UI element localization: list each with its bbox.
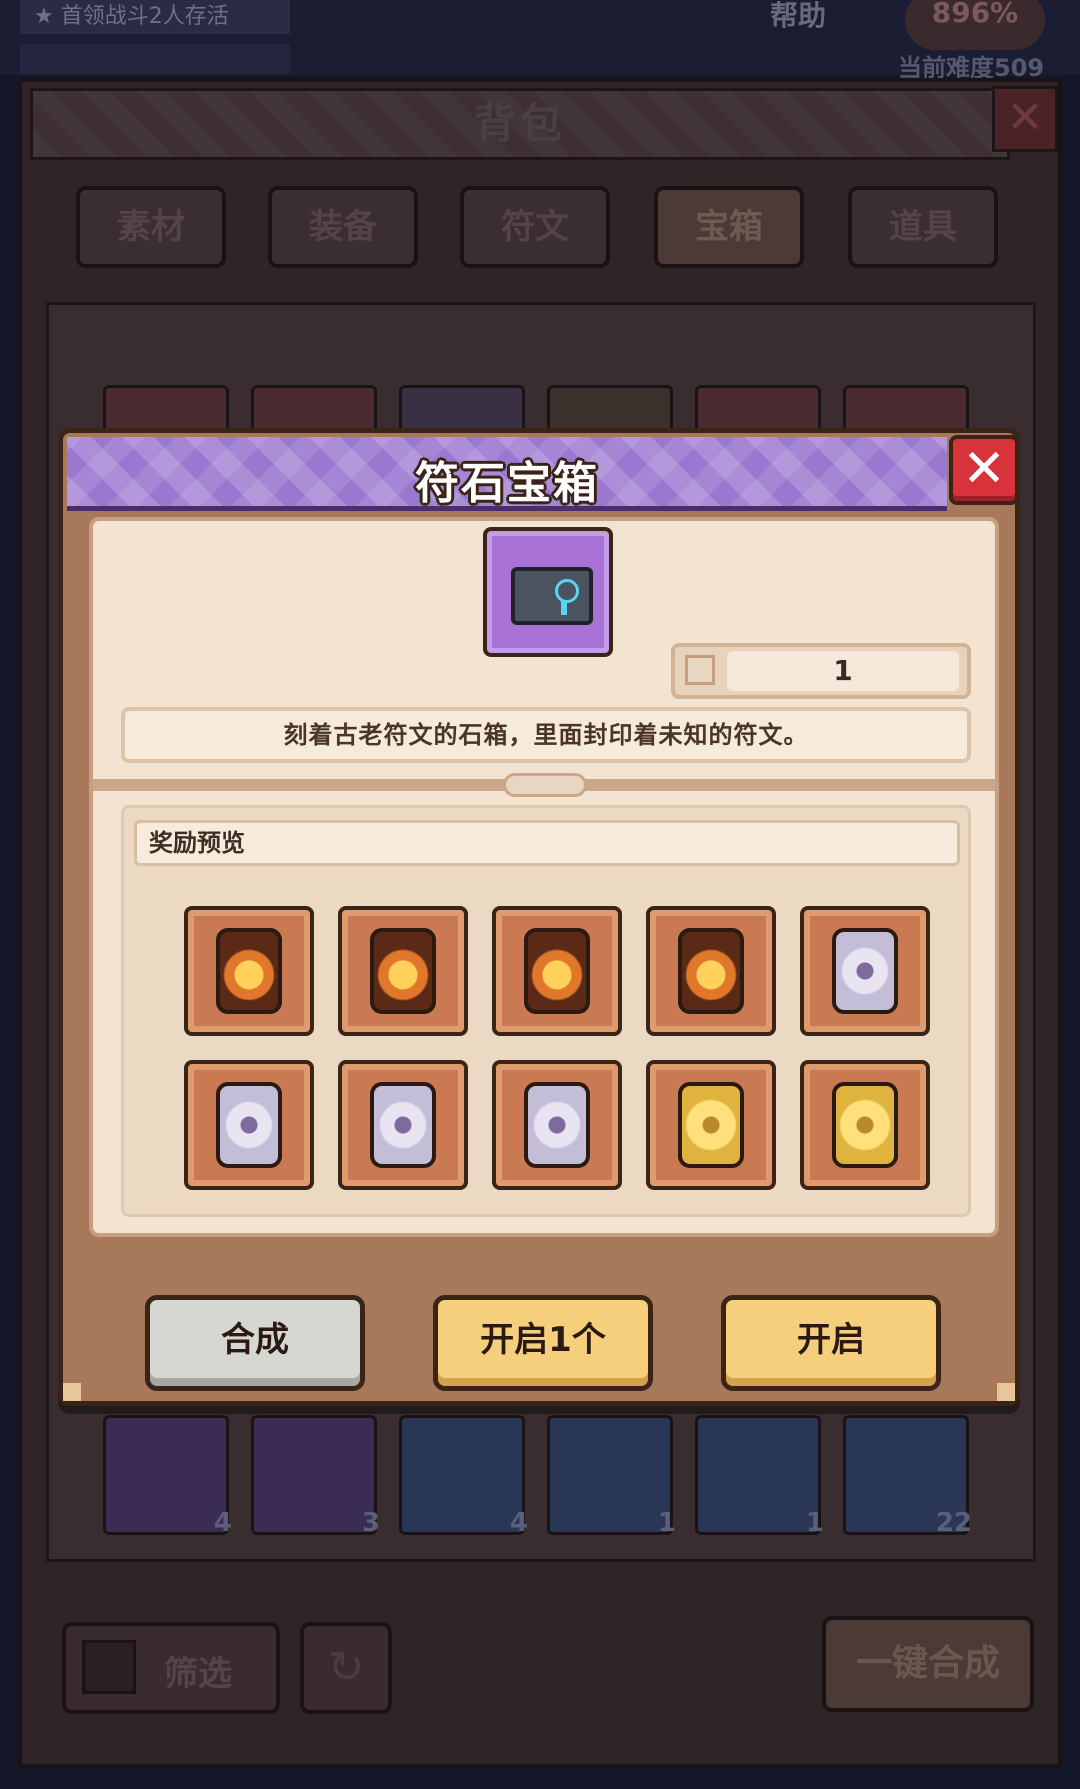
modal-header: 符石宝箱 (67, 437, 947, 511)
merge-button[interactable]: 合成 (145, 1295, 365, 1391)
inventory-icon (685, 655, 715, 685)
silver-rune-icon (832, 928, 898, 1014)
bag-slot[interactable]: 1 (695, 1415, 824, 1538)
quest-tracker-2[interactable] (20, 44, 290, 74)
gold-rune-icon (832, 1082, 898, 1168)
tab-equipment[interactable]: 装备 (268, 186, 418, 268)
tab-items[interactable]: 道具 (848, 186, 998, 268)
fire-rune-icon (524, 928, 590, 1014)
fire-rune-icon (678, 928, 744, 1014)
silver-rune-icon (524, 1082, 590, 1168)
bag-slot[interactable]: 4 (399, 1415, 528, 1538)
chest-detail-modal: 符石宝箱 ✕ 1 刻着古老符文的石箱，里面封印着未知的符文。 奖励预览 合成 开… (58, 428, 1020, 1406)
reward-slot[interactable] (800, 1060, 930, 1190)
bag-close-icon[interactable]: ✕ (992, 86, 1058, 152)
reward-preview-label: 奖励预览 (134, 820, 960, 866)
chest-graphic (511, 567, 593, 625)
tab-runes[interactable]: 符文 (460, 186, 610, 268)
reward-slot[interactable] (492, 906, 622, 1036)
reward-slot[interactable] (338, 1060, 468, 1190)
help-label[interactable]: 帮助 (770, 0, 826, 34)
silver-rune-icon (370, 1082, 436, 1168)
slot-count: 1 (657, 1508, 676, 1538)
corner-ornament (997, 1383, 1015, 1401)
silver-rune-icon (216, 1082, 282, 1168)
bag-slot[interactable]: 4 (103, 1415, 232, 1538)
reward-grid (184, 906, 944, 1192)
tab-chests[interactable]: 宝箱 (654, 186, 804, 268)
reward-slot[interactable] (184, 1060, 314, 1190)
item-count-box: 1 (671, 643, 971, 699)
top-status-bar: ★ 首领战斗2人存活 帮助 896% 当前难度509 (0, 0, 1080, 82)
slot-count: 1 (805, 1508, 824, 1538)
open-one-button[interactable]: 开启1个 (433, 1295, 653, 1391)
filter-button[interactable]: 筛选 (62, 1622, 280, 1714)
bag-slot[interactable]: 22 (843, 1415, 972, 1538)
percent-badge: 896% (905, 0, 1045, 50)
modal-title: 符石宝箱 (415, 458, 599, 509)
open-button[interactable]: 开启 (721, 1295, 941, 1391)
slot-count: 4 (509, 1508, 528, 1538)
divider (93, 773, 995, 797)
fire-rune-icon (370, 928, 436, 1014)
bag-bottom-bar: 筛选 ↻ 一键合成 (46, 1592, 1036, 1742)
merge-all-button[interactable]: 一键合成 (822, 1616, 1034, 1712)
bag-slot[interactable]: 3 (251, 1415, 380, 1538)
item-count: 1 (727, 651, 959, 691)
close-icon[interactable]: ✕ (949, 435, 1019, 505)
reward-slot[interactable] (646, 906, 776, 1036)
divider-ornament (503, 773, 587, 797)
reward-slot[interactable] (338, 906, 468, 1036)
rune-glyph-stem (561, 601, 567, 615)
reward-slot[interactable] (492, 1060, 622, 1190)
corner-ornament (63, 1383, 81, 1401)
item-description: 刻着古老符文的石箱，里面封印着未知的符文。 (121, 707, 971, 763)
bag-slot[interactable]: 1 (547, 1415, 676, 1538)
reward-slot[interactable] (184, 906, 314, 1036)
slot-count: 3 (361, 1508, 380, 1538)
reward-preview-area: 奖励预览 (121, 805, 971, 1217)
rune-chest-icon (483, 527, 613, 657)
filter-label: 筛选 (164, 1654, 232, 1694)
reward-slot[interactable] (800, 906, 930, 1036)
slot-count: 22 (935, 1508, 972, 1538)
gold-rune-icon (678, 1082, 744, 1168)
modal-panel: 1 刻着古老符文的石箱，里面封印着未知的符文。 奖励预览 (89, 517, 999, 1237)
refresh-icon[interactable]: ↻ (300, 1622, 392, 1714)
tab-materials[interactable]: 素材 (76, 186, 226, 268)
reward-slot[interactable] (646, 1060, 776, 1190)
fire-rune-icon (216, 928, 282, 1014)
grid-icon (82, 1640, 136, 1694)
quest-text: 首领战斗2人存活 (60, 4, 229, 29)
quest-tracker[interactable]: ★ 首领战斗2人存活 (20, 0, 290, 34)
bag-title: 背包 (30, 88, 1010, 160)
rune-glyph-icon (555, 579, 579, 603)
slot-count: 4 (213, 1508, 232, 1538)
